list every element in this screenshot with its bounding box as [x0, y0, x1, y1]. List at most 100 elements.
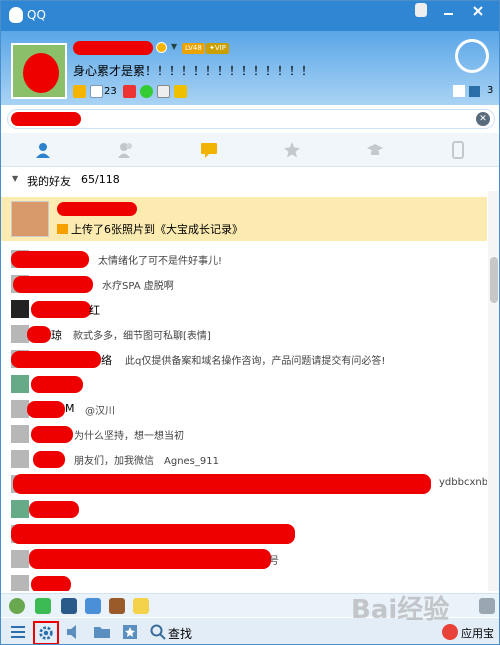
book-icon[interactable] [109, 598, 125, 614]
name-redacted [31, 576, 71, 591]
close-button[interactable] [469, 5, 487, 23]
settings-button[interactable] [33, 621, 59, 644]
message-count: 3 [487, 85, 494, 96]
tab-devices[interactable] [416, 133, 499, 167]
friend-group-header[interactable]: ▼ 我的好友 65/118 [1, 169, 487, 191]
pet-icon[interactable] [173, 84, 187, 98]
name-redacted [27, 326, 51, 343]
contact-name: 琼 [51, 329, 62, 342]
app-center-label[interactable]: 应用宝 [461, 625, 494, 641]
wallet-icon[interactable] [139, 84, 153, 98]
list-item[interactable]: 太情绪化了可不是件好事儿! [1, 247, 487, 272]
weather-sun-icon[interactable] [455, 39, 489, 73]
list-item[interactable]: 络 此q仅提供备案和域名操作咨询，产品问题请提交有问必答! [1, 347, 487, 372]
name-redacted [27, 401, 65, 418]
list-item[interactable]: 为什么坚持，想一想当初 [1, 422, 487, 447]
collapse-triangle-icon[interactable]: ▼ [12, 174, 18, 183]
name-and-signature-redacted [11, 524, 295, 544]
list-item[interactable]: 号 [1, 547, 487, 572]
shop-icon[interactable] [122, 84, 136, 98]
tab-groups[interactable] [84, 133, 167, 167]
vip-badge[interactable]: ✦VIP [206, 43, 229, 54]
signature-text[interactable]: 身心累才是累！！！！！！！！！！！！！！ [73, 62, 313, 79]
message-box-icon[interactable] [469, 86, 480, 97]
mail-count: 23 [104, 85, 117, 97]
tab-favorites[interactable] [250, 133, 333, 167]
minimize-button[interactable] [439, 5, 457, 23]
name-redacted [31, 426, 73, 443]
contact-signature: 款式多多，细节图可私聊[表情] [73, 331, 211, 342]
list-item[interactable] [1, 522, 487, 547]
list-item[interactable]: 琼 款式多多，细节图可私聊[表情] [1, 322, 487, 347]
list-item[interactable]: 红 [1, 297, 487, 322]
contact-signature: 太情绪化了可不是件好事儿! [98, 256, 223, 267]
window-title: QQ [27, 8, 46, 22]
name-redacted [33, 451, 65, 468]
selected-contact-row[interactable]: 上传了6张照片到《大宝成长记录》 [1, 197, 487, 241]
list-item[interactable]: ydbbcxnb [1, 472, 487, 497]
baidu-watermark: Bai经验 [351, 595, 450, 625]
chat-icon [200, 143, 217, 158]
update-text: 上传了6张照片到《大宝成长记录》 [71, 223, 243, 236]
contact-avatar[interactable] [11, 201, 49, 237]
list-item[interactable]: 朋友们，加我微信 Agnes_911 [1, 447, 487, 472]
search-icon[interactable] [149, 623, 167, 641]
contact-list-scrollbar[interactable] [488, 191, 499, 591]
favorites-icon[interactable] [121, 623, 139, 641]
notes-icon[interactable] [133, 598, 149, 614]
app-grid-icon[interactable] [479, 598, 495, 614]
skin-medal-icon[interactable] [415, 3, 427, 17]
find-label[interactable]: 查找 [168, 625, 192, 642]
name-and-signature-redacted [29, 549, 271, 569]
search-bar[interactable]: ✕ [7, 109, 495, 129]
list-item[interactable] [1, 372, 487, 397]
online-status-icon[interactable] [156, 42, 167, 53]
name-redacted [31, 376, 83, 393]
qzone-star-icon[interactable] [73, 84, 86, 98]
qq-games-icon[interactable] [9, 598, 25, 614]
name-and-signature-redacted [13, 474, 431, 494]
app-center-icon[interactable] [442, 624, 458, 640]
folder-icon[interactable] [93, 623, 111, 641]
group-icon [117, 143, 132, 158]
search-clear-icon[interactable]: ✕ [476, 112, 490, 126]
contact-name: 络 [101, 354, 112, 367]
qq-main-window: QQ ▼ LV48 ✦VIP 身心累才是累！！！！！！！！！！！！！！ 23 3 [0, 0, 500, 645]
weibo-icon[interactable] [156, 84, 170, 98]
status-dropdown-icon[interactable]: ▼ [171, 42, 177, 51]
group-name: 我的好友 [27, 175, 71, 188]
z-app-icon[interactable] [61, 598, 77, 614]
mail-icon[interactable] [90, 84, 103, 98]
contact-signature: 为什么坚持，想一想当初 [74, 431, 184, 442]
contact-avatar [11, 550, 29, 568]
contact-signature: @汉川 [85, 406, 115, 417]
phone-icon [451, 141, 464, 159]
nickname-redacted [73, 41, 153, 55]
home-icon[interactable] [453, 85, 465, 97]
tab-conversations[interactable] [167, 133, 250, 167]
level-badge[interactable]: LV48 [182, 43, 205, 54]
list-item[interactable]: M @汉川 [1, 397, 487, 422]
name-redacted [57, 202, 137, 216]
contact-icon [35, 143, 50, 158]
video-play-icon[interactable] [35, 598, 51, 614]
contact-list[interactable]: 上传了6张照片到《大宝成长记录》 太情绪化了可不是件好事儿! 水疗SPA 虚脱啊… [1, 191, 487, 591]
main-menu-icon[interactable] [9, 623, 27, 641]
list-item[interactable]: 水疗SPA 虚脱啊 [1, 272, 487, 297]
contact-avatar [11, 450, 29, 468]
title-bar[interactable]: QQ [1, 1, 499, 31]
speaker-icon[interactable] [65, 623, 83, 641]
user-avatar[interactable] [11, 43, 67, 99]
scrollbar-thumb[interactable] [490, 257, 498, 303]
contact-update-text: 上传了6张照片到《大宝成长记录》 [57, 221, 243, 237]
panel-tabs [1, 133, 499, 167]
tab-classmates[interactable] [333, 133, 416, 167]
tab-contacts[interactable] [1, 133, 84, 167]
cloud-drive-icon[interactable] [85, 598, 101, 614]
contact-signature: 此q仅提供备案和域名操作咨询，产品问题请提交有问必答! [125, 356, 386, 367]
search-input[interactable] [88, 111, 468, 127]
list-item[interactable] [1, 497, 487, 522]
search-placeholder-redacted [11, 112, 81, 126]
profile-header: ▼ LV48 ✦VIP 身心累才是累！！！！！！！！！！！！！！ 23 3 [1, 31, 499, 105]
contact-name: 红 [89, 304, 100, 317]
